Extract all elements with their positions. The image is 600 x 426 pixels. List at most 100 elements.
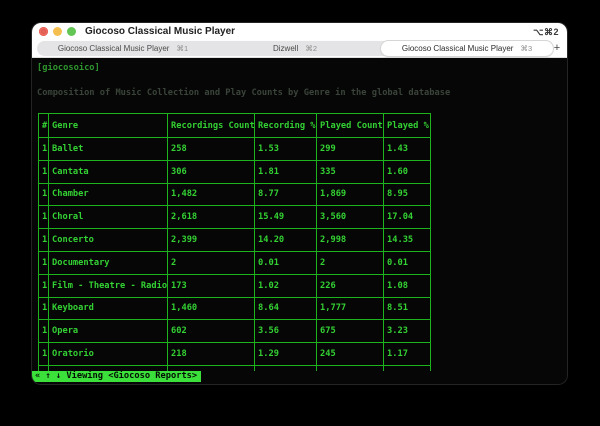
table-cell: Cantata [48,159,168,184]
table-cell: 1 [38,273,49,298]
table-cell: 1 [38,137,49,161]
new-tab-button[interactable]: + [550,40,564,57]
window-shortcut-badge: ⌥⌘2 [533,27,559,37]
table-cell: 17.04 [383,205,431,230]
table-cell: 2,998 [316,228,384,252]
tab-shortcut: ⌘3 [520,44,533,53]
table-header-row: # Genre Recordings Count Recording % Pla… [38,113,431,138]
table-cell: 8.51 [383,296,431,321]
close-button[interactable] [39,27,48,36]
table-cell: 1.17 [383,342,431,366]
table-cell: 8.64 [254,296,317,321]
column-header-genre: Genre [48,113,168,138]
table-cell: 218 [167,342,255,366]
table-cell: 1 [38,296,49,321]
report-heading: Composition of Music Collection and Play… [37,88,451,98]
table-row: 1 Opera 602 3.56 675 3.23 [38,319,431,344]
table-cell: 335 [316,159,384,184]
traffic-lights [39,27,76,36]
table-cell: 602 [167,319,255,344]
table-cell: 1 [38,342,49,366]
tab-track: Giocoso Classical Music Player ⌘1 Dizwel… [37,41,553,56]
table-row: 1 Film - Theatre - Radio 173 1.02 226 1.08 [38,273,431,298]
table-cell: 1.81 [254,159,317,184]
table-cell: 1.60 [383,159,431,184]
terminal-screen[interactable]: [giocosoico] Composition of Music Collec… [32,58,567,384]
tab-shortcut: ⌘1 [176,44,189,53]
tab-bar: Giocoso Classical Music Player ⌘1 Dizwel… [32,40,567,58]
table-cell: 3,560 [316,205,384,230]
table-cell: 675 [316,319,384,344]
table-cell: 1.02 [254,273,317,298]
table-cell: 2,618 [167,205,255,230]
table-cell [316,365,384,371]
table-cell: Ballet [48,137,168,161]
minimize-button[interactable] [53,27,62,36]
table-cell: Oratorio [48,342,168,366]
table-cell: 2,399 [167,228,255,252]
table-cell: 1.29 [254,342,317,366]
table-row: 1 Choral 2,618 15.49 3,560 17.04 [38,205,431,230]
table-cell: Keyboard [48,296,168,321]
table-cell: 8.95 [383,182,431,207]
tab-giocoso-1[interactable]: Giocoso Classical Music Player ⌘1 [37,41,209,56]
table-cell: 245 [316,342,384,366]
table-row: 1 Ballet 258 1.53 299 1.43 [38,137,431,161]
zoom-button[interactable] [67,27,76,36]
status-bar: « ↑ ↓ Viewing <Giocoso Reports> [32,371,202,382]
tab-label: Giocoso Classical Music Player [401,44,514,53]
tab-giocoso-3-active[interactable]: Giocoso Classical Music Player ⌘3 [381,41,553,56]
table-cell: Opera [48,319,168,344]
tab-dizwell[interactable]: Dizwell ⌘2 [209,41,381,56]
table-cell: 1 [38,319,49,344]
table-cell: 1,777 [316,296,384,321]
table-cell: 2 [316,250,384,275]
tab-shortcut: ⌘2 [305,44,317,53]
window-titlebar: Giocoso Classical Music Player ⌥⌘2 [32,23,567,40]
table-cell: 1.53 [254,137,317,161]
table-cell: 1 [38,250,49,275]
tab-label: Dizwell [272,44,299,53]
table-cell: 1.43 [383,137,431,161]
table-cell: Choral [48,205,168,230]
table-cell: 14.20 [254,228,317,252]
table-row: 1 Keyboard 1,460 8.64 1,777 8.51 [38,296,431,321]
table-cell: 15.49 [254,205,317,230]
column-header-played-pct: Played % [383,113,431,138]
table-cell: 1,482 [167,182,255,207]
window-title: Giocoso Classical Music Player [85,26,236,37]
column-header-recordings-count: Recordings Count [167,113,255,138]
table-cell: 1 [38,205,49,230]
table-cell: 8.77 [254,182,317,207]
table-cell: 3.56 [254,319,317,344]
table-cell: 1 [38,228,49,252]
table-cell: 299 [316,137,384,161]
table-cell: 1 [38,182,49,207]
table-cell: 2 [167,250,255,275]
column-header-recording-pct: Recording % [254,113,317,138]
table-cell: Concerto [48,228,168,252]
table-cell: 1 [38,159,49,184]
table-row: 1 Cantata 306 1.81 335 1.60 [38,159,431,184]
table-cell: 226 [316,273,384,298]
terminal-window: Giocoso Classical Music Player ⌥⌘2 Gioco… [32,23,567,384]
table-cell: 3.23 [383,319,431,344]
prompt-line: [giocosoico] [37,63,100,73]
table-cell: 0.01 [254,250,317,275]
table-row: 1 Concerto 2,399 14.20 2,998 14.35 [38,228,431,252]
table-row: 1 Documentary 2 0.01 2 0.01 [38,250,431,275]
table-cell: Chamber [48,182,168,207]
table-cell: Film - Theatre - Radio [48,273,168,298]
column-header-played-count: Played Count [316,113,384,138]
table-cell: 306 [167,159,255,184]
table-cell: 1.08 [383,273,431,298]
table-cell [383,365,431,371]
table-cell: 258 [167,137,255,161]
table-cell [254,365,317,371]
table-row: 1 Oratorio 218 1.29 245 1.17 [38,342,431,366]
table-cell: Documentary [48,250,168,275]
table-cell: 0.01 [383,250,431,275]
table-cell: 1,460 [167,296,255,321]
genre-table-body: 1 Ballet 258 1.53 299 1.43 1 Cantata 306 1.81 335 1… [38,137,431,371]
table-row: 1 Chamber 1,482 8.77 1,869 8.95 [38,182,431,207]
